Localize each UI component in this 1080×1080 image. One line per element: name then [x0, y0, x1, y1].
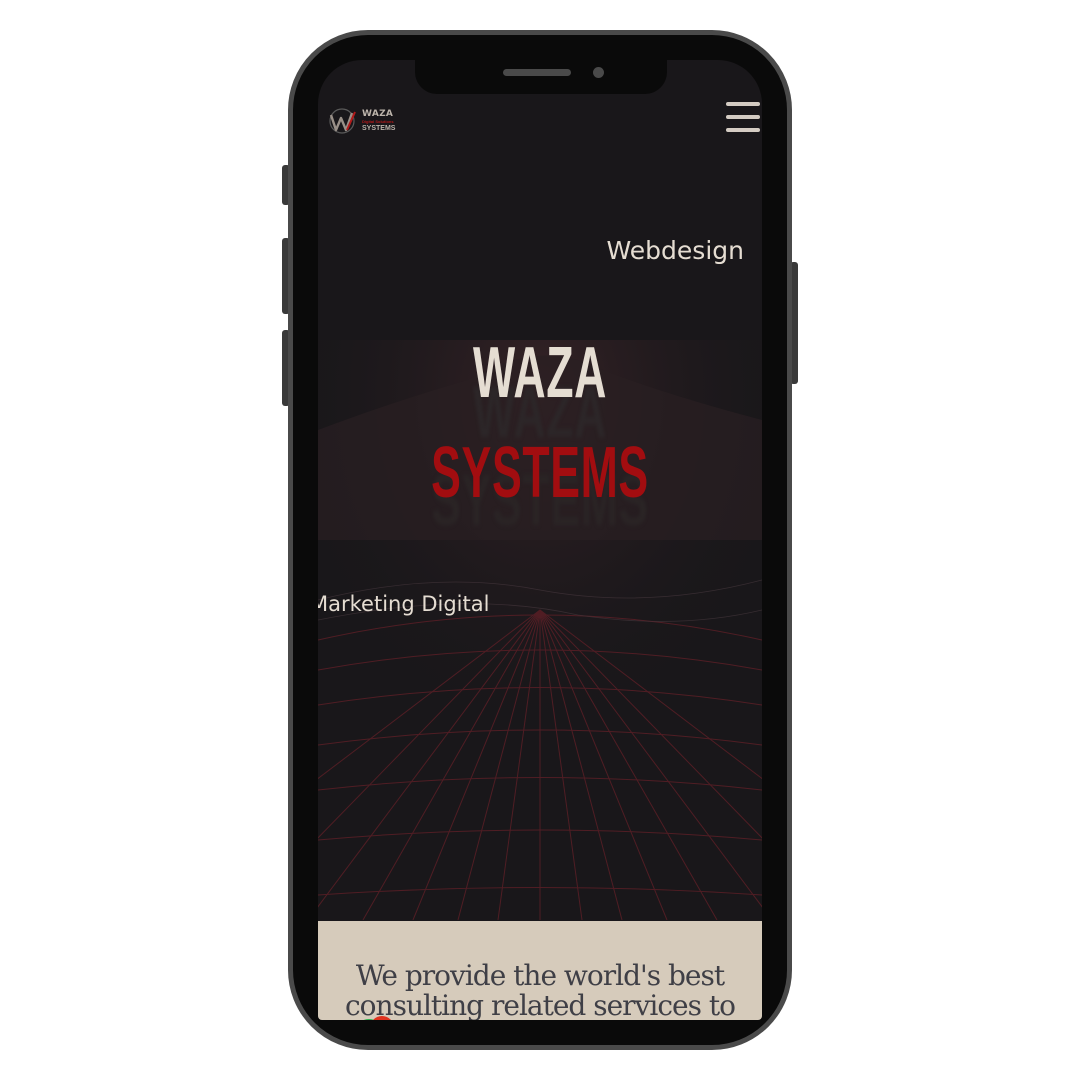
- about-section: We provide the world's best consulting r…: [318, 921, 762, 1020]
- speaker-grille: [503, 69, 571, 76]
- logo-systems: SYSTEMS: [362, 125, 396, 132]
- hero-tag-marketing: Marketing Digital: [318, 592, 490, 616]
- site-logo[interactable]: WAZA Digital Solutions SYSTEMS: [328, 106, 395, 136]
- tagline-line-1: We provide the world's best: [355, 959, 725, 992]
- waza-globe-logo-icon: [329, 108, 356, 134]
- hero-tag-webdesign: Webdesign: [606, 236, 744, 265]
- front-camera: [593, 67, 604, 78]
- hero-title: WAZA: [473, 333, 607, 413]
- logo-subtitle: Digital Solutions: [362, 119, 394, 124]
- phone-screen: WAZA Digital Solutions SYSTEMS Webdesign…: [318, 60, 762, 1020]
- hamburger-menu-icon[interactable]: [726, 102, 760, 132]
- logo-name: WAZA: [362, 109, 394, 119]
- hero-subtitle: SYSTEMS: [431, 433, 649, 513]
- phone-notch: [415, 58, 667, 94]
- about-tagline: We provide the world's best consulting r…: [318, 959, 762, 1021]
